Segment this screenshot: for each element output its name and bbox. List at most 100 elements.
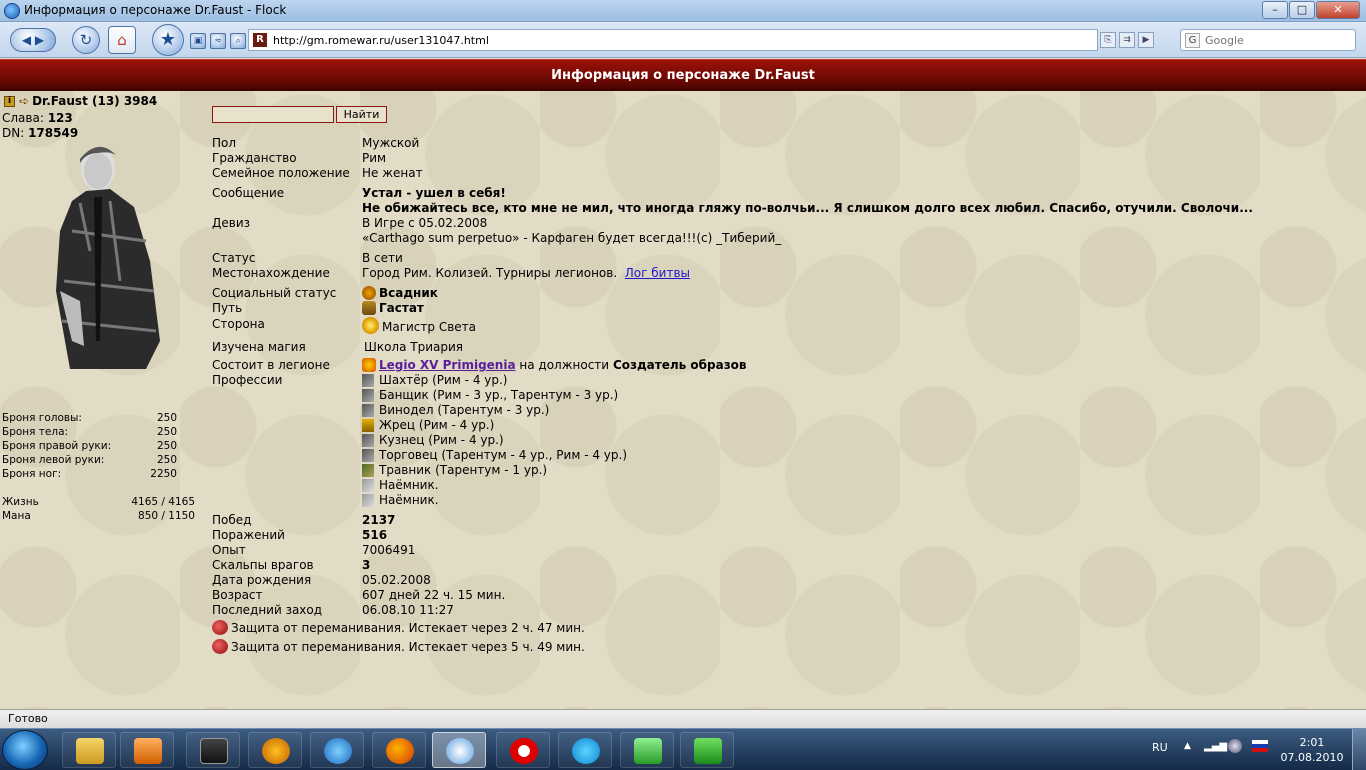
stat-head: Броня головы: 250 [2,412,177,424]
stat-right-hand: Броня правой руки: 250 [2,440,177,452]
slava: Слава: 123 [2,111,73,125]
taskbar-opera[interactable] [496,732,550,768]
protection-item: Защита от переманивания. Истекает через … [212,638,585,656]
helmet-icon [362,301,376,315]
volume-icon[interactable] [1228,739,1242,753]
show-desktop-button[interactable] [1352,729,1366,770]
swords-icon [362,479,374,492]
page-header: Информация о персонаже Dr.Faust [0,59,1366,91]
close-button[interactable]: ✕ [1316,1,1360,19]
profession-item: Шахтёр (Рим - 4 ур.) [362,373,507,388]
russian-flag-icon[interactable] [1252,740,1268,752]
legion-link[interactable]: Legio XV Primigenia [379,358,516,372]
site-favicon: R [253,33,267,47]
minimize-button[interactable]: – [1262,1,1288,19]
bookmark-icon[interactable]: ⎘ [1100,32,1116,48]
flock-icon [446,738,474,764]
network-icon[interactable]: ▂▄▆ [1204,741,1227,752]
bath-icon [362,389,374,402]
profession-item: Жрец (Рим - 4 ур.) [362,418,494,433]
internet-explorer-icon [324,738,352,764]
window-title: Информация о персонаже Dr.Faust - Flock [24,3,287,17]
skype-icon [572,738,600,764]
taskbar-firefox[interactable] [372,732,426,768]
url-input[interactable] [273,31,1073,49]
search-icon[interactable]: ⌕ [230,33,246,49]
profession-item: Кузнец (Рим - 4 ур.) [362,433,504,448]
armor-stats: Броня головы: 250 Броня тела: 250 Броня пр… [2,411,197,523]
clock[interactable]: 2:01 07.08.2010 [1280,735,1344,765]
profession-item: Наёмник. [362,493,439,508]
stat-spacer [2,481,197,495]
stat-left-hand: Броня левой руки: 250 [2,454,177,466]
profession-item: Травник (Тарентум - 1 ур.) [362,463,547,478]
web-search-input[interactable] [1205,32,1335,48]
reload-icon[interactable]: ↻ [72,26,100,54]
go-icon[interactable]: ▶ [1138,32,1154,48]
app-icon [634,738,662,764]
window-titlebar: Информация о персонаже Dr.Faust - Flock … [0,0,1366,22]
scales-icon [362,449,374,462]
status-bar: Готово [0,709,1366,728]
screenshot-icon[interactable]: ▣ [190,33,206,49]
address-bar[interactable]: R [248,29,1098,51]
kmp-icon [200,738,228,764]
profession-item: Торговец (Тарентум - 4 ур., Рим - 4 ур.) [362,448,627,463]
google-icon: G [1185,33,1200,48]
opera-icon [510,738,538,764]
wine-icon [362,404,374,417]
rss-icon[interactable]: ≈ [210,33,226,49]
taskbar-flock[interactable] [432,732,486,768]
sun-icon [362,317,379,334]
utorrent-icon [694,738,722,764]
pickaxe-icon [362,374,374,387]
share-icon[interactable]: ⇉ [1119,32,1135,48]
taskbar-ie[interactable] [310,732,364,768]
folder-icon [76,738,104,764]
media-player-icon [134,738,162,764]
taskbar-aimp[interactable] [248,732,302,768]
page-content: Информация о персонаже Dr.Faust i ➪ Dr.Fau… [0,59,1366,709]
home-icon[interactable]: ⌂ [108,26,136,54]
taskbar-utorrent[interactable] [680,732,734,768]
taskbar-explorer[interactable] [62,732,116,768]
tray-arrow-icon[interactable]: ▲ [1184,741,1191,751]
maximize-button[interactable]: □ [1289,1,1315,19]
favorites-star-icon[interactable]: ★ [152,24,184,56]
firefox-icon [386,738,414,764]
language-indicator[interactable]: RU [1152,741,1168,754]
character-name: Dr.Faust (13) 3984 [32,94,158,108]
character-avatar [56,146,160,369]
stat-life: Жизнь 4165 / 4165 [2,496,195,508]
taskbar-kmplayer[interactable] [186,732,240,768]
aimp-icon [262,738,290,764]
stat-body: Броня тела: 250 [2,426,177,438]
character-search-input[interactable] [212,106,334,123]
back-forward-button[interactable]: ◀ ▶ [10,28,56,52]
swords-icon [362,494,374,507]
toolbar-extra-icons: ⎘ ⇉ ▶ [1100,31,1160,49]
taskbar-app[interactable] [620,732,674,768]
page-title: Информация о персонаже Dr.Faust [551,68,815,83]
character-name-line: i ➪ Dr.Faust (13) 3984 [4,94,157,108]
profession-item: Банщик (Рим - 3 ур., Тарентум - 3 ур.) [362,388,618,403]
shield-icon [212,639,228,654]
anvil-icon [362,434,374,447]
legion-emblem-icon [362,358,376,372]
battle-log-link[interactable]: Лог битвы [625,266,690,280]
taskbar-skype[interactable] [558,732,612,768]
horseman-icon [362,286,376,300]
find-button[interactable]: Найти [336,106,387,123]
dn: DN: 178549 [2,126,79,140]
character-panel: i ➪ Dr.Faust (13) 3984 Слава: 123 DN: 1785… [0,91,205,691]
ankh-icon [362,419,374,432]
character-info: Найти Пол Мужской Гражданство Рим Семейное… [212,106,1253,656]
taskbar-media-player[interactable] [120,732,174,768]
info-icon[interactable]: i [4,96,15,107]
taskbar: RU ▲ ▂▄▆ 2:01 07.08.2010 [0,728,1366,770]
herb-icon [362,464,374,477]
protection-item: Защита от переманивания. Истекает через … [212,619,585,637]
search-box[interactable]: G [1180,29,1356,51]
start-button[interactable] [2,730,48,770]
flock-app-icon [4,3,20,19]
